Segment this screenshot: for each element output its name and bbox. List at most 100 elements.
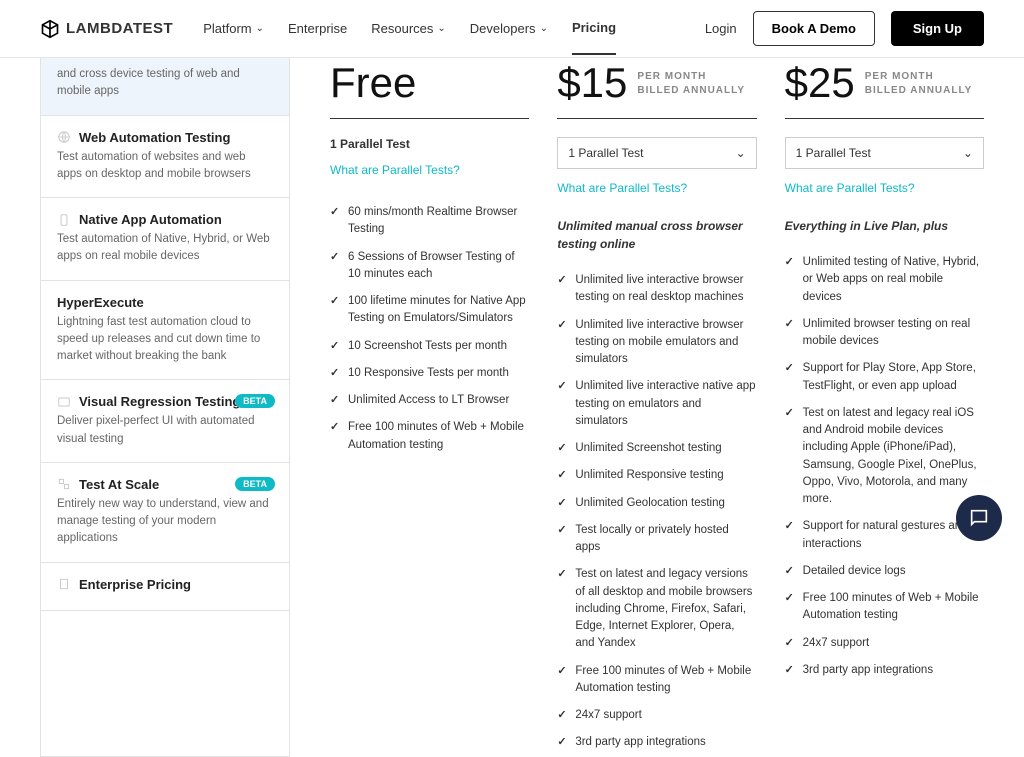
divider [557, 118, 756, 119]
feature-item: Test on latest and legacy versions of al… [557, 561, 756, 657]
sign-up-button[interactable]: Sign Up [891, 11, 984, 46]
main-container: and cross device testing of web and mobi… [0, 58, 1024, 757]
plan-price: Free [330, 62, 416, 104]
feature-item: 10 Responsive Tests per month [330, 360, 529, 387]
divider [330, 118, 529, 119]
beta-badge: BETA [235, 394, 275, 408]
divider [785, 118, 984, 119]
sidebar-title: Test At Scale [79, 477, 159, 492]
feature-item: Unlimited live interactive browser testi… [557, 267, 756, 312]
sidebar: and cross device testing of web and mobi… [40, 58, 290, 757]
feature-item: 100 lifetime minutes for Native App Test… [330, 288, 529, 333]
price-sub: PER MONTHBILLED ANNUALLY [637, 62, 745, 98]
chat-icon [968, 507, 990, 529]
what-parallel-link[interactable]: What are Parallel Tests? [785, 181, 984, 195]
feature-item: Unlimited Geolocation testing [557, 490, 756, 517]
chevron-down-icon: ⌄ [540, 23, 548, 34]
feature-item: 60 mins/month Realtime Browser Testing [330, 199, 529, 244]
feature-item: Unlimited browser testing on real mobile… [785, 311, 984, 356]
nav-pricing[interactable]: Pricing [572, 2, 616, 55]
nav-platform[interactable]: Platform⌄ [203, 3, 264, 54]
feature-item: Support for natural gestures and interac… [785, 513, 984, 558]
feature-item: Support for Play Store, App Store, TestF… [785, 355, 984, 400]
feature-item: 24x7 support [557, 702, 756, 729]
chevron-down-icon: ⌄ [736, 146, 746, 160]
what-parallel-link[interactable]: What are Parallel Tests? [330, 163, 529, 177]
feature-item: Unlimited live interactive native app te… [557, 373, 756, 435]
sidebar-desc: Entirely new way to understand, view and… [57, 496, 273, 548]
feature-item: 3rd party app integrations [557, 729, 756, 756]
plan-headline: Everything in Live Plan, plus [785, 217, 984, 235]
image-icon [57, 395, 71, 409]
feature-item: 10 Screenshot Tests per month [330, 333, 529, 360]
sidebar-title: Web Automation Testing [79, 130, 230, 145]
sidebar-item-native-app[interactable]: Native App Automation Test automation of… [41, 198, 289, 281]
mobile-icon [57, 213, 71, 227]
parallel-test-label: 1 Parallel Test [330, 137, 529, 151]
feature-item: 24x7 support [785, 630, 984, 657]
plan-price: $15 [557, 62, 627, 104]
feature-item: Unlimited Responsive testing [557, 462, 756, 489]
feature-item: Detailed device logs [785, 558, 984, 585]
nav-developers[interactable]: Developers⌄ [470, 3, 548, 54]
parallel-select[interactable]: 1 Parallel Test⌄ [557, 137, 756, 169]
sidebar-title: HyperExecute [57, 295, 144, 310]
feature-item: Unlimited Access to LT Browser [330, 387, 529, 414]
feature-item: Unlimited Screenshot testing [557, 435, 756, 462]
feature-item: Test on latest and legacy real iOS and A… [785, 400, 984, 514]
sidebar-desc: Lightning fast test automation cloud to … [57, 314, 273, 366]
feature-item: Free 100 minutes of Web + Mobile Automat… [330, 414, 529, 459]
feature-item: 6 Sessions of Browser Testing of 10 minu… [330, 244, 529, 289]
sidebar-desc: Deliver pixel-perfect UI with automated … [57, 413, 273, 448]
sidebar-item-web-automation[interactable]: Web Automation Testing Test automation o… [41, 116, 289, 199]
sidebar-desc: Test automation of Native, Hybrid, or We… [57, 231, 273, 266]
plan-free: Free 1 Parallel Test What are Parallel T… [330, 62, 529, 757]
price-sub: PER MONTHBILLED ANNUALLY [865, 62, 973, 98]
feature-item: Free 100 minutes of Web + Mobile Automat… [557, 658, 756, 703]
sidebar-desc: and cross device testing of web and mobi… [57, 66, 273, 101]
logo-icon [40, 19, 60, 39]
chevron-down-icon: ⌄ [256, 23, 264, 34]
chat-button[interactable] [956, 495, 1002, 541]
scale-icon [57, 477, 71, 491]
sidebar-item-test-at-scale[interactable]: BETA Test At Scale Entirely new way to u… [41, 463, 289, 563]
sidebar-item-visual-regression[interactable]: BETA Visual Regression Testing Deliver p… [41, 380, 289, 463]
feature-item: 3rd party app integrations [785, 657, 984, 684]
chevron-down-icon: ⌄ [437, 23, 445, 34]
header-left: LAMBDATEST Platform⌄ Enterprise Resource… [40, 2, 616, 55]
feature-item: Free 100 minutes of Web + Mobile Automat… [785, 585, 984, 630]
sidebar-title: Visual Regression Testing [79, 394, 240, 409]
sidebar-item-hyperexecute[interactable]: HyperExecute Lightning fast test automat… [41, 281, 289, 381]
logo[interactable]: LAMBDATEST [40, 19, 173, 39]
login-link[interactable]: Login [705, 21, 737, 36]
chevron-down-icon: ⌄ [963, 146, 973, 160]
sidebar-desc: Test automation of websites and web apps… [57, 149, 273, 184]
sidebar-title: Enterprise Pricing [79, 577, 191, 592]
header-right: Login Book A Demo Sign Up [705, 11, 984, 46]
logo-text: LAMBDATEST [66, 20, 173, 37]
building-icon [57, 577, 71, 591]
pricing-plans: Free 1 Parallel Test What are Parallel T… [330, 58, 984, 757]
parallel-select[interactable]: 1 Parallel Test⌄ [785, 137, 984, 169]
feature-list-25: Unlimited testing of Native, Hybrid, or … [785, 249, 984, 684]
plan-headline: Unlimited manual cross browser testing o… [557, 217, 756, 253]
plan-15: $15 PER MONTHBILLED ANNUALLY 1 Parallel … [557, 62, 756, 757]
plan-price: $25 [785, 62, 855, 104]
book-demo-button[interactable]: Book A Demo [753, 11, 875, 46]
feature-list-15: Unlimited live interactive browser testi… [557, 267, 756, 757]
feature-item: Test locally or privately hosted apps [557, 517, 756, 562]
feature-list-free: 60 mins/month Realtime Browser Testing6 … [330, 199, 529, 459]
feature-item: Unlimited live interactive browser testi… [557, 312, 756, 374]
what-parallel-link[interactable]: What are Parallel Tests? [557, 181, 756, 195]
globe-icon [57, 130, 71, 144]
nav-resources[interactable]: Resources⌄ [371, 3, 446, 54]
sidebar-item-cross-browser[interactable]: and cross device testing of web and mobi… [41, 58, 289, 116]
beta-badge: BETA [235, 477, 275, 491]
feature-item: Unlimited testing of Native, Hybrid, or … [785, 249, 984, 311]
nav-menu: Platform⌄ Enterprise Resources⌄ Develope… [203, 2, 616, 55]
sidebar-item-enterprise-pricing[interactable]: Enterprise Pricing [41, 563, 289, 611]
sidebar-title: Native App Automation [79, 212, 222, 227]
main-header: LAMBDATEST Platform⌄ Enterprise Resource… [0, 0, 1024, 58]
plan-25: $25 PER MONTHBILLED ANNUALLY 1 Parallel … [785, 62, 984, 757]
nav-enterprise[interactable]: Enterprise [288, 3, 347, 54]
